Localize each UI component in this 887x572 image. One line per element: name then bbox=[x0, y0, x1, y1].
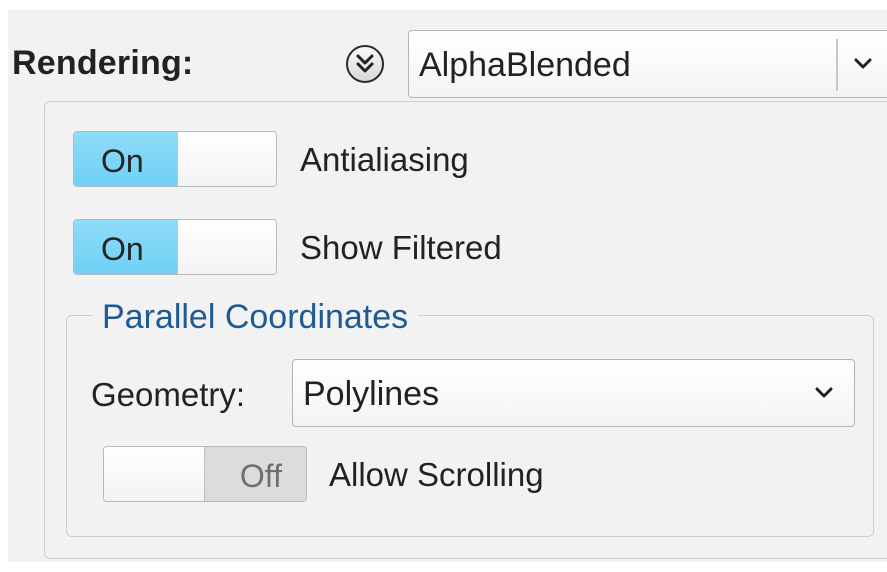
rendering-label: Rendering: bbox=[12, 44, 194, 82]
allow-scrolling-label: Allow Scrolling bbox=[329, 456, 544, 493]
parallel-coordinates-title: Parallel Coordinates bbox=[102, 298, 409, 336]
geometry-value: Polylines bbox=[303, 375, 440, 413]
rendering-mode-value: AlphaBlended bbox=[419, 46, 631, 84]
chevron-down-icon bbox=[854, 58, 872, 69]
antialiasing-toggle[interactable]: On bbox=[73, 131, 277, 187]
toggle-knob bbox=[178, 220, 276, 274]
canvas: Rendering: AlphaBlended On Antialiasing … bbox=[0, 0, 887, 572]
chevron-down-icon bbox=[815, 387, 833, 398]
show-filtered-label: Show Filtered bbox=[300, 229, 502, 266]
toggle-state-text: On bbox=[101, 231, 144, 267]
collapse-button[interactable] bbox=[346, 45, 384, 83]
antialiasing-label: Antialiasing bbox=[300, 141, 469, 178]
double-chevron-down-icon bbox=[356, 54, 374, 73]
rendering-mode-select[interactable]: AlphaBlended bbox=[408, 30, 887, 98]
toggle-state-text: Off bbox=[239, 458, 282, 494]
geometry-select[interactable]: Polylines bbox=[292, 359, 855, 427]
show-filtered-toggle[interactable]: On bbox=[73, 219, 277, 275]
dropdown-separator bbox=[836, 39, 838, 91]
geometry-label: Geometry: bbox=[91, 376, 246, 413]
toggle-state-text: On bbox=[101, 143, 144, 179]
toggle-knob bbox=[104, 447, 206, 501]
toggle-knob bbox=[178, 132, 276, 186]
allow-scrolling-toggle[interactable]: Off bbox=[103, 446, 307, 502]
parallel-coordinates-title-wrap: Parallel Coordinates bbox=[92, 298, 419, 337]
